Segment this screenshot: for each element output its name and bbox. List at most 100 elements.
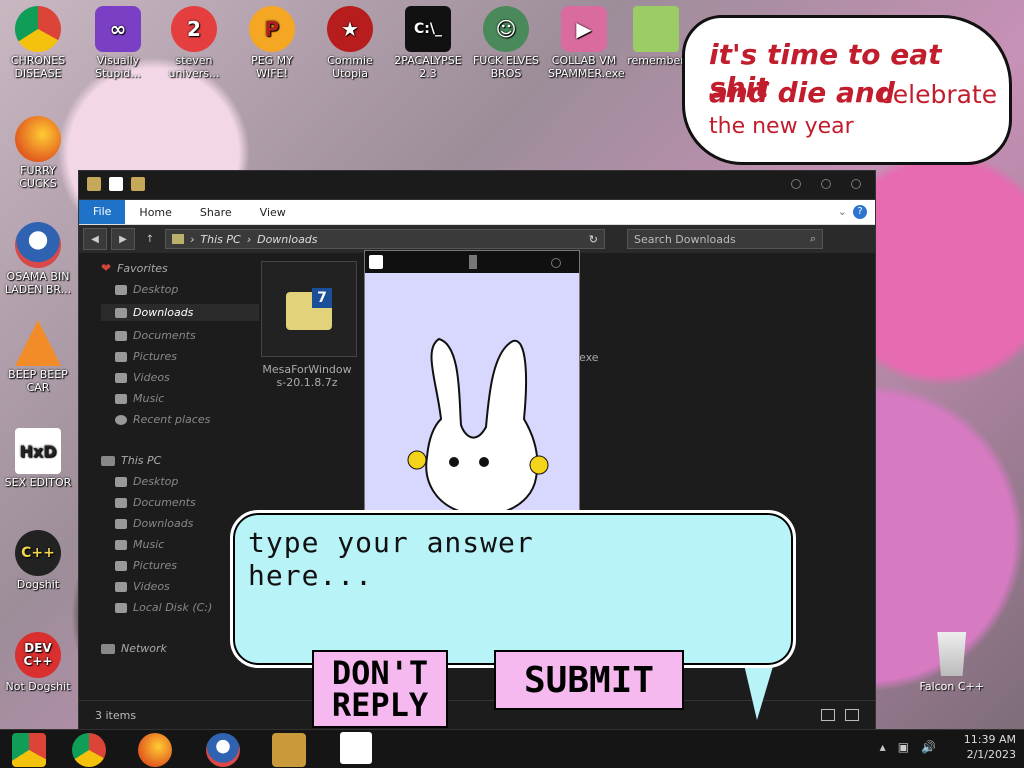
- details-view-icon[interactable]: [821, 709, 835, 721]
- chrome-desktop-icon[interactable]: CHRONES DISEASE: [2, 6, 74, 80]
- tab-file[interactable]: File: [79, 200, 126, 224]
- firefox-desktop-icon[interactable]: FURRY CUCKS: [2, 116, 74, 190]
- submit-button[interactable]: SUBMIT: [494, 650, 684, 710]
- peg-icon: P: [249, 6, 295, 52]
- seven-zip-icon: 7: [312, 288, 332, 308]
- peg-desktop-icon[interactable]: P PEG MY WIFE!: [236, 6, 308, 80]
- music-icon: [115, 393, 127, 404]
- sidebar-item-pictures[interactable]: Pictures: [101, 350, 259, 363]
- steven-desktop-icon[interactable]: 2 steven univers...: [158, 6, 230, 80]
- sidebar-item-documents[interactable]: Documents: [101, 329, 259, 342]
- documents-icon: [115, 497, 127, 508]
- answer-input[interactable]: type your answer here...: [248, 526, 668, 592]
- desktop-icon-label: Visually Stupid...: [95, 54, 141, 80]
- close-button[interactable]: [551, 258, 561, 268]
- minimize-button[interactable]: [791, 179, 801, 189]
- address-crumb-this-pc[interactable]: This PC: [200, 233, 240, 246]
- sidebar-item-desktop[interactable]: Desktop: [101, 283, 259, 296]
- elf-icon: ☺: [483, 6, 529, 52]
- visual-studio-icon: ∞: [95, 6, 141, 52]
- sidebar-item-music[interactable]: Music: [101, 392, 259, 405]
- dont-reply-button[interactable]: DON'T REPLY: [312, 650, 448, 728]
- tab-home[interactable]: Home: [125, 206, 185, 219]
- elves-desktop-icon[interactable]: ☺ FUCK ELVES BROS: [470, 6, 542, 80]
- rabbit-title-bar[interactable]: [365, 251, 579, 273]
- drive-icon: [115, 602, 127, 613]
- commie-desktop-icon[interactable]: ★ Commie Utopia: [314, 6, 386, 80]
- ribbon-tabs: File Home Share View ⌄ ?: [79, 200, 875, 225]
- address-crumb-downloads[interactable]: Downloads: [257, 233, 317, 246]
- address-bar[interactable]: › This PC › Downloads ↻: [165, 229, 605, 249]
- tab-view[interactable]: View: [246, 206, 300, 219]
- network-label: Network: [121, 642, 167, 655]
- rabbit-window[interactable]: [364, 250, 580, 523]
- falcon-desktop-icon[interactable]: Falcon C++: [920, 632, 984, 693]
- not-dogshit-desktop-icon[interactable]: DEV C++ Not Dogshit: [2, 632, 74, 693]
- this-pc-header[interactable]: This PC: [101, 454, 259, 467]
- firefox-icon: [15, 116, 61, 162]
- refresh-icon[interactable]: ↻: [589, 233, 598, 246]
- sidebar-item-label: Pictures: [133, 559, 178, 572]
- search-box[interactable]: Search Downloads ⌕: [627, 229, 823, 249]
- twopacalypse-desktop-icon[interactable]: C:\_ 2PACALYPSE 2.3: [392, 6, 464, 80]
- search-placeholder: Search Downloads: [634, 232, 736, 246]
- chrome-alt-icon[interactable]: [12, 733, 46, 767]
- tab-share[interactable]: Share: [186, 206, 246, 219]
- sidebar-item-label: Videos: [133, 580, 170, 593]
- sidebar-item-label: Music: [133, 392, 165, 405]
- collab-desktop-icon[interactable]: ▶ COLLAB VM SPAMMER.exe: [548, 6, 625, 80]
- window-title-bar[interactable]: [79, 171, 875, 200]
- forward-button[interactable]: ▶: [111, 228, 135, 250]
- desktop-icon-label: COLLAB VM SPAMMER.exe: [548, 54, 625, 80]
- recycle-bin-icon: [937, 632, 967, 676]
- clock[interactable]: 11:39 AM 2/1/2023: [964, 733, 1016, 761]
- sex-editor-desktop-icon[interactable]: HxD SEX EDITOR: [2, 428, 74, 489]
- network-icon[interactable]: ▣: [898, 740, 909, 754]
- computer-icon: [101, 455, 115, 466]
- hxd-icon: HxD: [15, 428, 61, 474]
- firefox-icon[interactable]: [138, 733, 172, 767]
- maximize-button[interactable]: [821, 179, 831, 189]
- address-row: ◀ ▶ ↑ › This PC › Downloads ↻ Search Dow…: [79, 225, 875, 253]
- file-explorer-icon[interactable]: [272, 733, 306, 767]
- up-arrow-icon[interactable]: ▴: [880, 740, 886, 754]
- videos-icon: [115, 372, 127, 383]
- clock-time: 11:39 AM: [963, 733, 1016, 746]
- dogshit-desktop-icon[interactable]: C++ Dogshit: [2, 530, 74, 591]
- up-button[interactable]: ↑: [139, 229, 161, 249]
- file-name: MesaForWindows-20.1.8.7z: [262, 363, 352, 389]
- volume-icon[interactable]: 🔊: [921, 740, 936, 754]
- sidebar-item-label: Downloads: [133, 517, 194, 530]
- chevron-down-icon[interactable]: ⌄: [838, 205, 847, 218]
- c-plus-plus-icon: C++: [15, 530, 61, 576]
- beep-desktop-icon[interactable]: BEEP BEEP CAR: [2, 320, 74, 394]
- desktop-icon-label: 2PACALYPSE 2.3: [394, 54, 462, 80]
- number-two-icon: 2: [171, 6, 217, 52]
- sidebar-item-recent-places[interactable]: Recent places: [101, 413, 259, 426]
- sidebar-item-desktop[interactable]: Desktop: [101, 475, 259, 488]
- speech-bubble: it's time to eat shit and die and celebr…: [682, 15, 1012, 165]
- zip-folder-icon: [633, 6, 679, 52]
- desktop-icon: [115, 476, 127, 487]
- file-item[interactable]: 7 MesaForWindows-20.1.8.7z: [261, 261, 357, 389]
- window-controls: [791, 179, 861, 189]
- favorites-header[interactable]: ❤ Favorites: [101, 261, 259, 275]
- clock-date: 2/1/2023: [966, 748, 1016, 761]
- sidebar-item-videos[interactable]: Videos: [101, 371, 259, 384]
- rabbit-icon: [369, 255, 383, 269]
- sidebar-item-documents[interactable]: Documents: [101, 496, 259, 509]
- heart-icon: ❤: [101, 261, 112, 275]
- close-button[interactable]: [851, 179, 861, 189]
- cursor-icon: [469, 255, 477, 269]
- rabbit-taskbar-icon[interactable]: [340, 732, 372, 764]
- help-icon[interactable]: ?: [853, 205, 867, 219]
- visual-studio-desktop-icon[interactable]: ∞ Visually Stupid...: [82, 6, 154, 80]
- back-button[interactable]: ◀: [83, 228, 107, 250]
- recent-places-icon: [115, 414, 127, 425]
- chrome-icon[interactable]: [72, 733, 106, 767]
- large-icons-view-icon[interactable]: [845, 709, 859, 721]
- osama-desktop-icon[interactable]: OSAMA BIN LADEN BR...: [2, 222, 74, 296]
- obama-logo-icon[interactable]: [206, 733, 240, 767]
- sidebar-item-downloads[interactable]: Downloads: [101, 304, 259, 321]
- desktop-icon-label: steven univers...: [168, 54, 220, 80]
